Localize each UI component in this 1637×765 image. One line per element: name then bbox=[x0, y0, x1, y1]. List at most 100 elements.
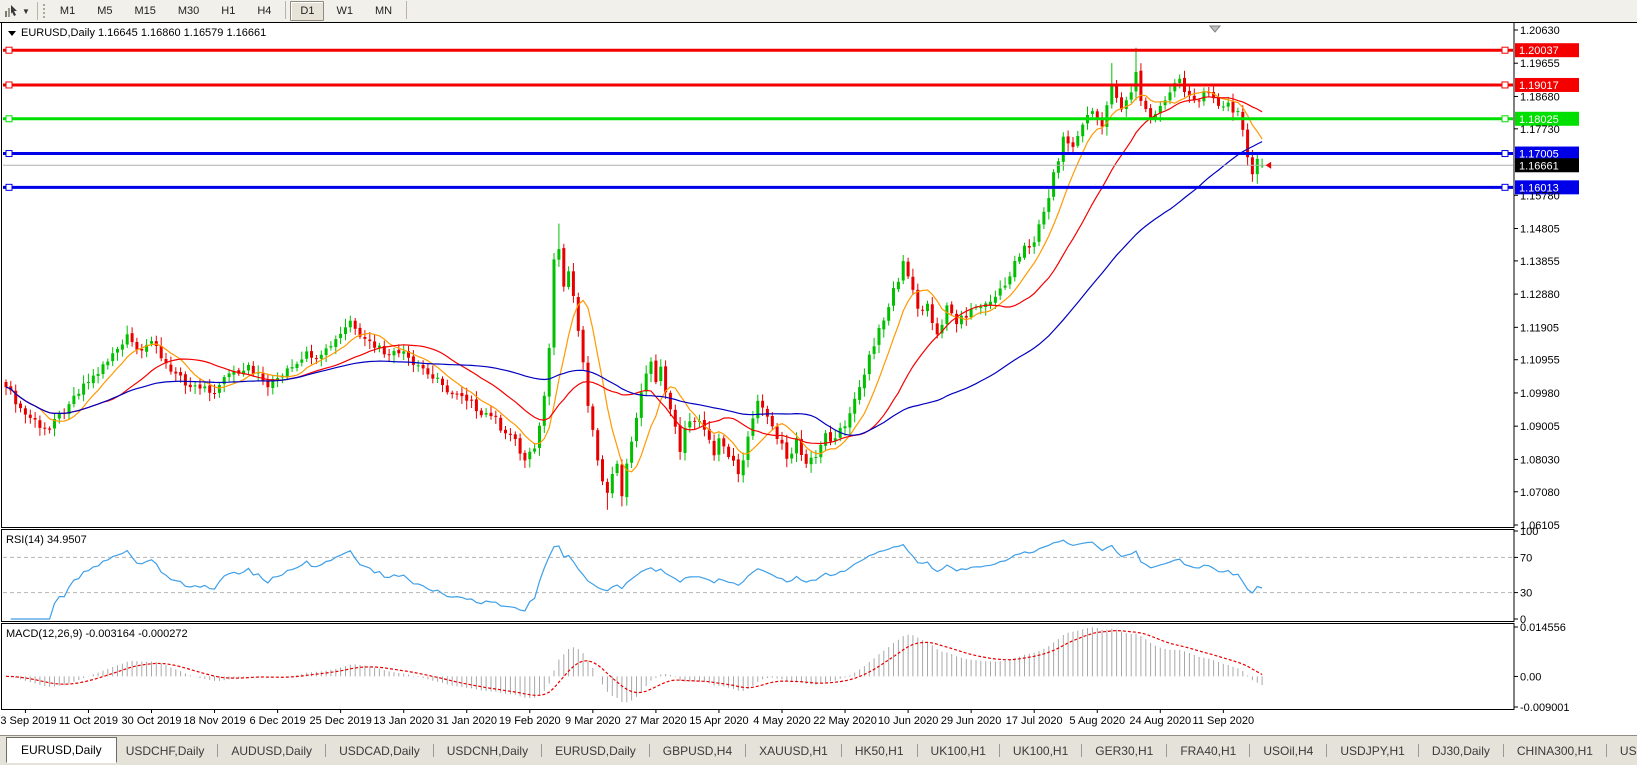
main-pane[interactable] bbox=[2, 23, 1515, 528]
level-price-badge-label: 1.19017 bbox=[1519, 80, 1559, 92]
tab-separator bbox=[541, 744, 542, 757]
chart-canvas[interactable]: 1.200371.190171.180251.170051.160131.166… bbox=[0, 22, 1637, 735]
top-toolbar: ▼ M1M5M15M30H1H4 D1W1MN bbox=[0, 0, 1637, 22]
price-axis-label: 1.08030 bbox=[1520, 454, 1560, 466]
price-axis-label: 1.07080 bbox=[1520, 487, 1560, 499]
date-axis-label: 30 Oct 2019 bbox=[122, 715, 182, 727]
chart-tab-usdchf-daily-1[interactable]: USDCHF,Daily bbox=[117, 739, 214, 763]
tab-separator bbox=[745, 744, 746, 757]
macd-pane[interactable] bbox=[2, 624, 1515, 710]
chart-cursor-icon bbox=[4, 4, 19, 18]
timeframe-button-h1[interactable]: H1 bbox=[211, 1, 245, 21]
date-axis-label: 24 Aug 2020 bbox=[1129, 715, 1191, 727]
chart-tab-eurusd-daily-5[interactable]: EURUSD,Daily bbox=[546, 739, 645, 763]
toolbar-grip bbox=[43, 4, 45, 18]
tab-separator bbox=[1606, 744, 1607, 757]
chart-tab-audusd-daily-2[interactable]: AUDUSD,Daily bbox=[222, 739, 321, 763]
timeframe-button-mn[interactable]: MN bbox=[365, 1, 402, 21]
chart-tab-gbpusd-h4-6[interactable]: GBPUSD,H4 bbox=[654, 739, 741, 763]
tab-separator bbox=[433, 744, 434, 757]
timeframe-button-m5[interactable]: M5 bbox=[87, 1, 122, 21]
price-axis-label: 1.19655 bbox=[1520, 58, 1560, 70]
date-axis-label: 22 May 2020 bbox=[813, 715, 877, 727]
level-price-badge-label: 1.20037 bbox=[1519, 45, 1559, 57]
chart-tab-china300-h1-16[interactable]: CHINA300,H1 bbox=[1508, 739, 1602, 763]
timeframe-button-h4[interactable]: H4 bbox=[247, 1, 281, 21]
date-axis-label: 10 Jun 2020 bbox=[878, 715, 939, 727]
macd-axis-label: -0.009001 bbox=[1520, 702, 1570, 714]
timeframe-buttons: M1M5M15M30H1H4 D1W1MN bbox=[49, 1, 410, 21]
chart-tab-ger30-h1-11[interactable]: GER30,H1 bbox=[1086, 739, 1162, 763]
tab-separator bbox=[841, 744, 842, 757]
chart-window[interactable]: 1.200371.190171.180251.170051.160131.166… bbox=[0, 22, 1637, 735]
price-axis-label: 1.10955 bbox=[1520, 355, 1560, 367]
toolbar-separator bbox=[285, 1, 286, 19]
level-handle-right[interactable] bbox=[1502, 47, 1508, 53]
rsi-pane[interactable] bbox=[2, 530, 1515, 622]
timeframe-button-m15[interactable]: M15 bbox=[124, 1, 165, 21]
date-axis-label: 19 Feb 2020 bbox=[499, 715, 561, 727]
chart-tab-usdjpy-h1-14[interactable]: USDJPY,H1 bbox=[1331, 739, 1413, 763]
level-handle-right[interactable] bbox=[1502, 184, 1508, 190]
price-axis-label: 1.09005 bbox=[1520, 421, 1560, 433]
chart-tab-uk100-h1-10[interactable]: UK100,H1 bbox=[1004, 739, 1077, 763]
chart-title: EURUSD,Daily 1.16645 1.16860 1.16579 1.1… bbox=[21, 27, 266, 39]
chart-tab-usdcad-daily-3[interactable]: USDCAD,Daily bbox=[330, 739, 429, 763]
tab-separator bbox=[1503, 744, 1504, 757]
level-handle-left[interactable] bbox=[6, 47, 12, 53]
chart-cursor-tool[interactable]: ▼ bbox=[0, 4, 34, 18]
chart-tab-dj30-daily-15[interactable]: DJ30,Daily bbox=[1423, 739, 1499, 763]
tab-separator bbox=[1081, 744, 1082, 757]
level-handle-right[interactable] bbox=[1502, 151, 1508, 157]
date-axis-label: 4 May 2020 bbox=[753, 715, 810, 727]
tab-separator bbox=[649, 744, 650, 757]
price-axis-label: 1.20630 bbox=[1520, 25, 1560, 37]
level-handle-right[interactable] bbox=[1502, 82, 1508, 88]
level-handle-left[interactable] bbox=[6, 116, 12, 122]
chart-tab-usoil-h4-13[interactable]: USOil,H4 bbox=[1254, 739, 1322, 763]
chevron-down-icon: ▼ bbox=[22, 7, 30, 16]
date-axis-label: 9 Mar 2020 bbox=[565, 715, 621, 727]
date-axis-label: 11 Oct 2019 bbox=[59, 715, 118, 727]
price-axis-label: 1.09980 bbox=[1520, 388, 1560, 400]
rsi-axis-label: 30 bbox=[1520, 588, 1532, 600]
macd-label: MACD(12,26,9) -0.003164 -0.000272 bbox=[6, 628, 188, 640]
date-axis-label: 11 Sep 2020 bbox=[1193, 715, 1255, 727]
chart-tab-usdcnh-daily-4[interactable]: USDCNH,Daily bbox=[438, 739, 537, 763]
tab-separator bbox=[1249, 744, 1250, 757]
level-handle-left[interactable] bbox=[6, 151, 12, 157]
timeframe-button-w1[interactable]: W1 bbox=[326, 1, 363, 21]
price-axis-label: 1.12880 bbox=[1520, 289, 1560, 301]
chart-tab-eurusd-daily-0[interactable]: EURUSD,Daily bbox=[6, 737, 117, 763]
price-axis-label: 1.14805 bbox=[1520, 224, 1560, 236]
chart-tabs: EURUSD,DailyUSDCHF,DailyAUDUSD,DailyUSDC… bbox=[6, 739, 1637, 763]
date-axis-label: 25 Dec 2019 bbox=[309, 715, 371, 727]
chart-tab-hk50-h1-8[interactable]: HK50,H1 bbox=[846, 739, 913, 763]
level-handle-left[interactable] bbox=[6, 82, 12, 88]
tab-separator bbox=[325, 744, 326, 757]
tab-separator bbox=[1166, 744, 1167, 757]
date-axis-label: 29 Jun 2020 bbox=[941, 715, 1002, 727]
price-axis-label: 1.15780 bbox=[1520, 190, 1560, 202]
chart-tab-xauusd-h1-7[interactable]: XAUUSD,H1 bbox=[750, 739, 837, 763]
price-axis-label: 1.17730 bbox=[1520, 124, 1560, 136]
toolbar-separator bbox=[37, 2, 38, 20]
rsi-axis-label: 100 bbox=[1520, 526, 1538, 538]
chart-tab-uk100-h1-9[interactable]: UK100,H1 bbox=[922, 739, 995, 763]
chart-tab-fra40-h1-12[interactable]: FRA40,H1 bbox=[1171, 739, 1245, 763]
timeframe-button-m1[interactable]: M1 bbox=[50, 1, 85, 21]
level-handle-right[interactable] bbox=[1502, 116, 1508, 122]
chart-tabs-bar: EURUSD,DailyUSDCHF,DailyAUDUSD,DailyUSDC… bbox=[0, 735, 1637, 765]
tab-separator bbox=[217, 744, 218, 757]
date-axis-label: 31 Jan 2020 bbox=[436, 715, 497, 727]
date-axis-label: 15 Apr 2020 bbox=[689, 715, 748, 727]
level-handle-left[interactable] bbox=[6, 184, 12, 190]
tab-separator bbox=[1418, 744, 1419, 757]
date-axis-label: 18 Nov 2019 bbox=[183, 715, 245, 727]
chart-tab-usoil-h1-17[interactable]: USOil,H1 bbox=[1611, 739, 1637, 763]
rsi-axis-label: 70 bbox=[1520, 552, 1532, 564]
tab-separator bbox=[1326, 744, 1327, 757]
timeframe-button-m30[interactable]: M30 bbox=[168, 1, 209, 21]
timeframe-button-d1[interactable]: D1 bbox=[290, 1, 324, 21]
date-axis-label: 5 Aug 2020 bbox=[1069, 715, 1125, 727]
